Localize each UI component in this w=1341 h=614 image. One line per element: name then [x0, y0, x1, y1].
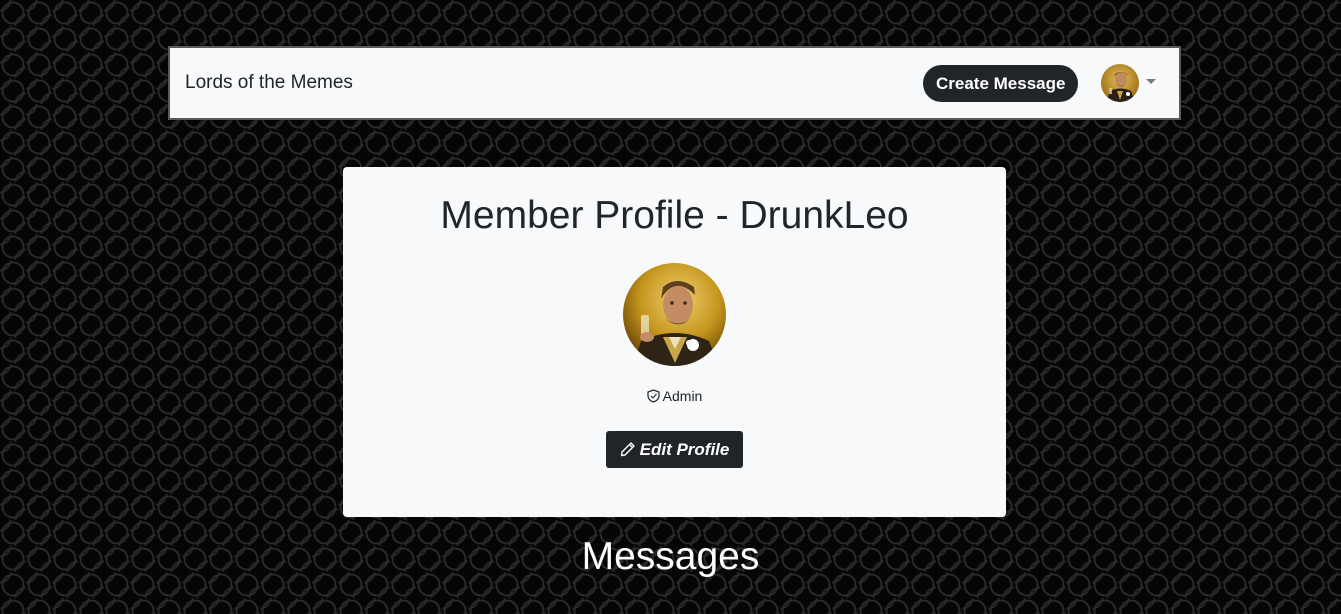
- role-text: Admin: [662, 388, 703, 404]
- user-avatar-icon[interactable]: [1101, 64, 1139, 102]
- edit-profile-button[interactable]: Edit Profile: [606, 431, 743, 468]
- shield-icon: [647, 389, 660, 407]
- caret-down-icon[interactable]: [1146, 79, 1156, 84]
- pencil-icon: [620, 433, 636, 470]
- edit-profile-label: Edit Profile: [639, 440, 730, 459]
- role-label: Admin: [343, 387, 1006, 407]
- profile-avatar: [623, 263, 726, 366]
- page-title: Member Profile - DrunkLeo: [440, 194, 909, 237]
- top-navbar: Lords of the Memes Create Message: [168, 46, 1181, 120]
- profile-card: Member Profile - DrunkLeo Admin Edit Pro…: [343, 167, 1006, 517]
- create-message-button[interactable]: Create Message: [923, 65, 1079, 102]
- messages-heading: Messages: [581, 535, 760, 578]
- brand-link[interactable]: Lords of the Memes: [185, 71, 353, 95]
